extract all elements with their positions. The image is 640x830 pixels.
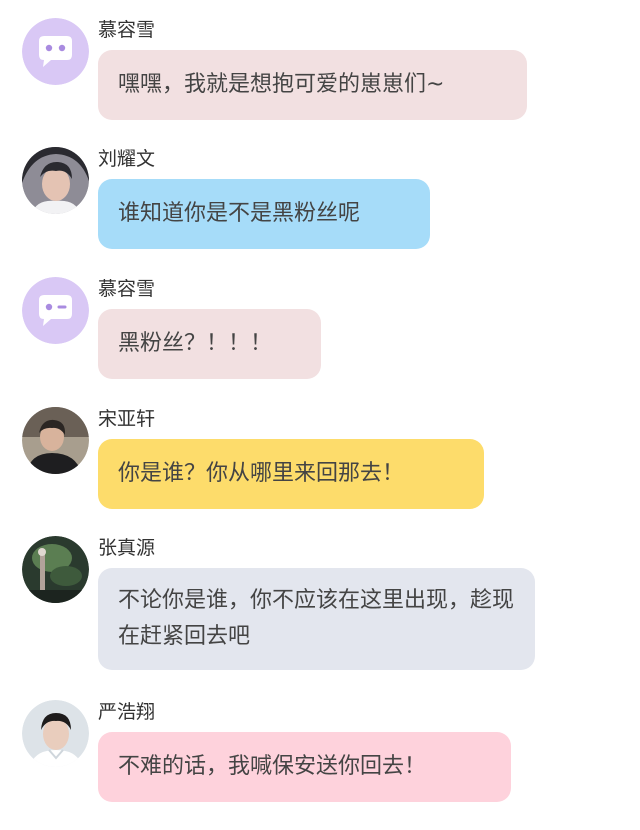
sender-name: 慕容雪 [98, 278, 156, 300]
profile-photo[interactable] [22, 700, 89, 767]
message-text: 不论你是谁，你不应该在这里出现，趁现在赶紧回去吧 [118, 588, 515, 649]
sender-name: 宋亚轩 [98, 408, 156, 430]
message-bubble[interactable]: 嘿嘿，我就是想抱可爱的崽崽们~ [98, 50, 527, 120]
sender-name: 刘耀文 [98, 148, 156, 170]
sender-name: 张真源 [98, 537, 156, 559]
message-text: 谁知道你是不是黑粉丝呢 [118, 201, 361, 226]
sender-name: 慕容雪 [98, 19, 156, 41]
message-text: 不难的话，我喊保安送你回去！ [118, 754, 427, 779]
message-bubble[interactable]: 不难的话，我喊保安送你回去！ [98, 732, 511, 802]
purple-chat-face-icon[interactable] [22, 18, 89, 85]
purple-chat-face-icon[interactable] [22, 277, 89, 344]
chat-thread: 慕容雪 嘿嘿，我就是想抱可爱的崽崽们~ 刘耀文 谁知道你是不是黑粉丝呢 慕容雪 … [0, 0, 640, 830]
profile-photo[interactable] [22, 147, 89, 214]
message-bubble[interactable]: 黑粉丝？！！！ [98, 309, 321, 379]
message-text: 黑粉丝？！！！ [118, 331, 273, 356]
profile-photo[interactable] [22, 407, 89, 474]
sender-name: 严浩翔 [98, 701, 156, 723]
profile-photo[interactable] [22, 536, 89, 603]
message-text: 你是谁？你从哪里来回那去！ [118, 461, 405, 486]
message-bubble[interactable]: 不论你是谁，你不应该在这里出现，趁现在赶紧回去吧 [98, 568, 535, 670]
message-bubble[interactable]: 你是谁？你从哪里来回那去！ [98, 439, 484, 509]
message-bubble[interactable]: 谁知道你是不是黑粉丝呢 [98, 179, 430, 249]
message-text: 嘿嘿，我就是想抱可爱的崽崽们~ [118, 72, 445, 97]
